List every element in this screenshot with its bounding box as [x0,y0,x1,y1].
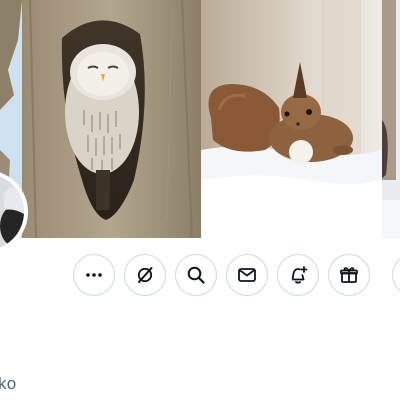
header-photo-owl [22,0,201,238]
profile-name: ko [0,374,17,393]
notifications-button[interactable] [277,254,319,296]
search-icon [187,266,205,284]
grok-button[interactable] [124,254,166,296]
gift-icon [340,267,358,283]
message-icon [238,268,256,282]
more-icon [86,273,102,277]
header-photo-trunk [382,0,400,238]
more-button[interactable] [73,254,115,296]
follow-button[interactable] [392,254,400,296]
search-button[interactable] [175,254,217,296]
gift-button[interactable] [328,254,370,296]
profile-actions [73,254,370,298]
notification-add-icon [291,266,308,284]
header-photo-squirrel [201,0,382,238]
grok-icon [137,267,153,283]
header-image[interactable] [0,0,400,238]
message-button[interactable] [226,254,268,296]
profile-page: ko [0,0,400,400]
